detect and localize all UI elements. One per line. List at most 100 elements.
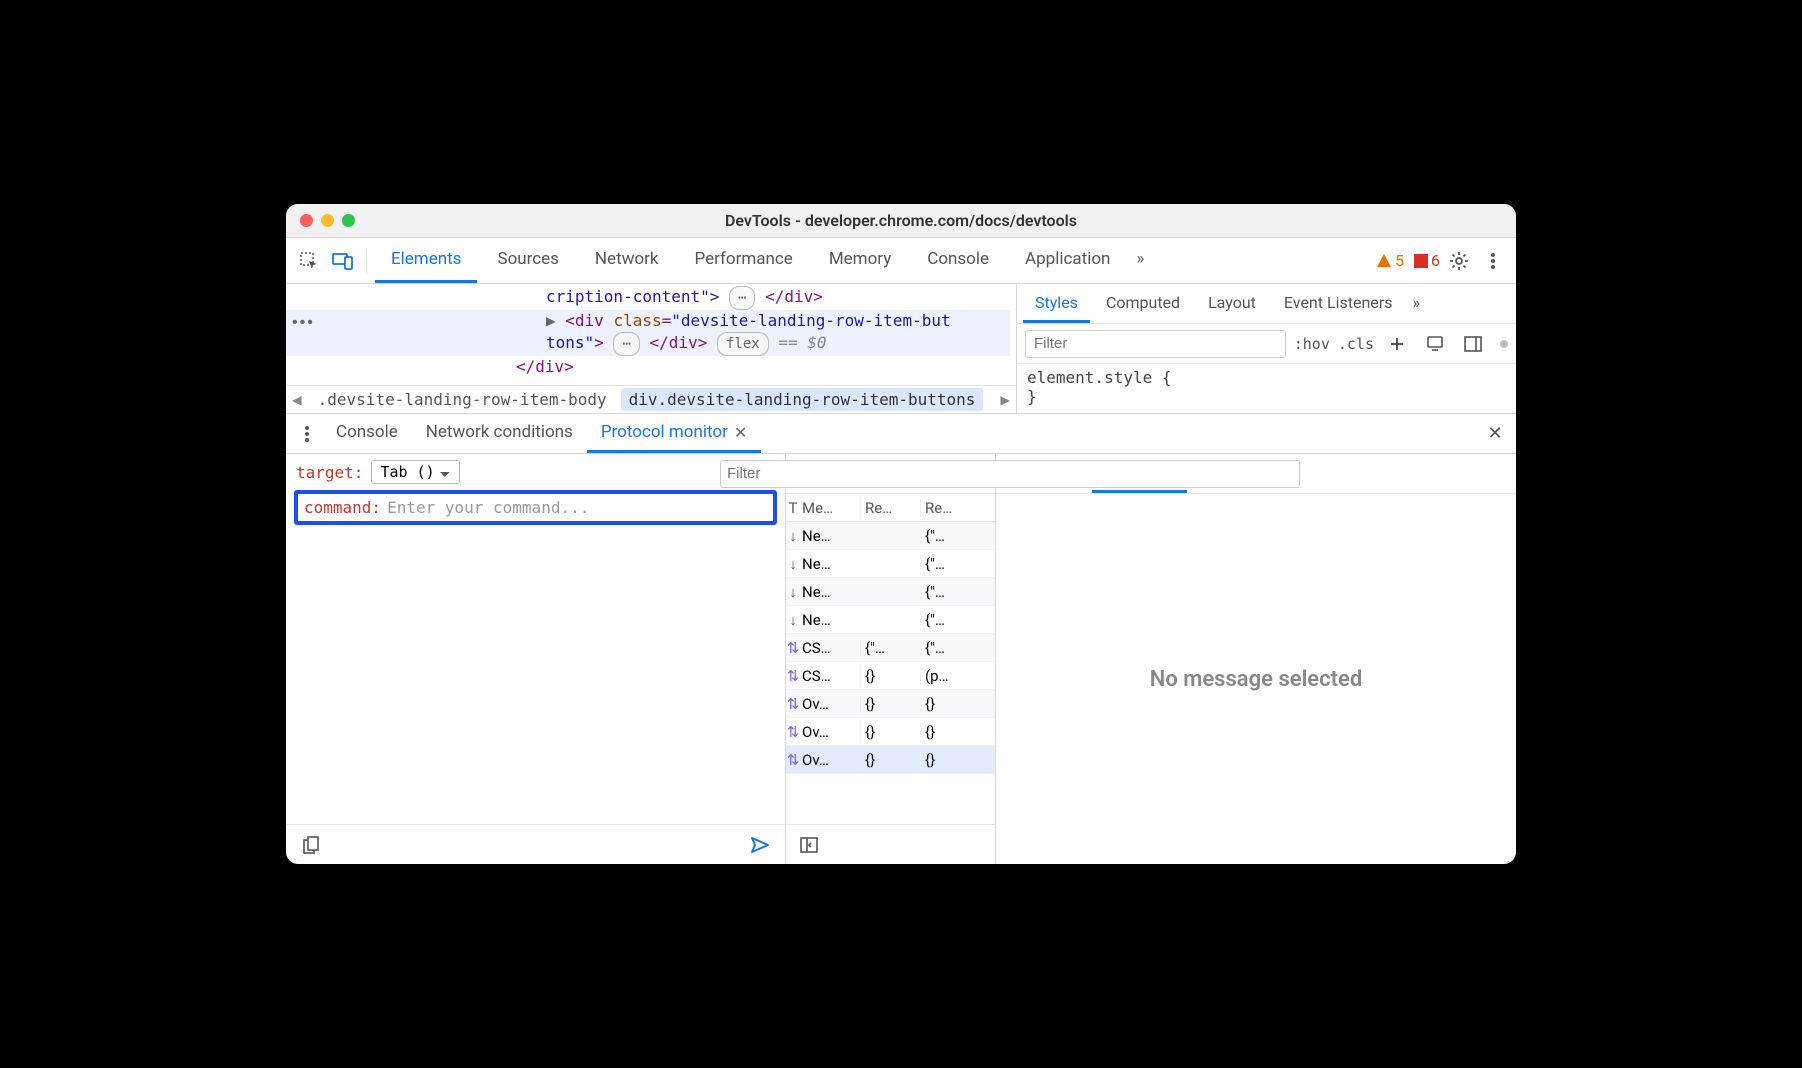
tab-overflow[interactable]: » [1130,238,1150,283]
table-row[interactable]: ↓Ne…{"… [786,578,995,606]
styles-subtabs: Styles Computed Layout Event Listeners » [1017,284,1516,324]
toggle-hov-button[interactable]: :hov [1294,335,1330,353]
pm-mid-toolbar [786,454,995,494]
titlebar: DevTools - developer.chrome.com/docs/dev… [286,204,1516,238]
subtab-layout[interactable]: Layout [1196,284,1268,323]
styles-rule-element[interactable]: element.style { } [1017,364,1516,410]
cell-request: {} [860,695,920,713]
tab-application[interactable]: Application [1009,238,1126,283]
arrow-down-icon: ↓ [786,555,800,573]
arrow-down-icon: ↓ [786,611,800,629]
dom-tree[interactable]: ••• cription-content"> ⋯ </div> ▶ <div c… [286,284,1016,413]
breadcrumb-item[interactable]: .devsite-landing-row-item-body [310,388,615,411]
styles-toolbar: :hov .cls [1017,324,1516,364]
device-toggle-icon[interactable] [328,246,358,276]
cell-request: {"… [860,639,920,657]
issues-badges[interactable]: 5 6 [1376,251,1440,270]
code-text: cription-content"> [546,287,719,306]
pm-message-list: T Me… Re… Re… ↓Ne…{"…↓Ne…{"…↓Ne…{"…↓Ne…{… [786,454,996,864]
elements-panel: ••• cription-content"> ⋯ </div> ▶ <div c… [286,284,1516,414]
breadcrumb-scroll-right-icon[interactable]: ▶ [998,390,1012,409]
table-row[interactable]: ⇅Ov…{}{} [786,690,995,718]
tab-memory[interactable]: Memory [813,238,907,283]
target-select[interactable]: Tab () [371,460,460,484]
subtab-event-listeners[interactable]: Event Listeners [1272,284,1405,323]
arrow-updown-icon: ⇅ [786,667,800,685]
table-row[interactable]: ⇅CS…{}(p… [786,662,995,690]
drawer-tab-protocol-monitor[interactable]: Protocol monitor ✕ [587,414,761,453]
flex-badge[interactable]: flex [717,332,769,356]
table-row[interactable]: ↓Ne…{"… [786,606,995,634]
drawer-tab-label: Protocol monitor [601,422,728,442]
breadcrumb-scroll-left-icon[interactable]: ◀ [290,390,304,409]
collapsed-ancestors-icon[interactable]: ••• [292,314,315,332]
command-label: command: [304,498,381,517]
close-window-button[interactable] [300,214,313,227]
window-title: DevTools - developer.chrome.com/docs/dev… [286,211,1516,230]
cell-response: {"… [920,639,980,657]
subtab-overflow[interactable]: » [1408,284,1424,323]
cell-method: Ov… [800,695,860,713]
cell-response: (p… [920,667,980,685]
cell-response: {"… [920,555,980,573]
table-row[interactable]: ⇅Ov…{}{} [786,746,995,774]
styles-line: } [1027,387,1506,406]
col-type[interactable]: T [786,499,800,517]
panel-layout-icon[interactable] [794,830,824,860]
col-request[interactable]: Re… [860,499,920,517]
new-style-rule-icon[interactable] [1382,329,1412,359]
cell-method: CS… [800,667,860,685]
arrow-updown-icon: ⇅ [786,639,800,657]
inspect-element-icon[interactable] [294,246,324,276]
cell-request: {} [860,667,920,685]
ellipsis-chip-icon[interactable]: ⋯ [613,332,639,356]
cell-response: {} [920,751,980,769]
cell-method: Ne… [800,555,860,573]
arrow-down-icon: ↓ [786,583,800,601]
cell-request: {} [860,723,920,741]
cell-method: Ne… [800,611,860,629]
tab-performance[interactable]: Performance [678,238,808,283]
device-mode-icon[interactable] [1420,329,1450,359]
tab-console[interactable]: Console [911,238,1005,283]
tab-elements[interactable]: Elements [375,238,477,283]
drawer-more-icon[interactable] [292,419,322,449]
subtab-computed[interactable]: Computed [1094,284,1192,323]
protocol-monitor-panel: target: Tab () command: [286,454,1516,864]
pm-table: T Me… Re… Re… ↓Ne…{"…↓Ne…{"…↓Ne…{"…↓Ne…{… [786,494,995,824]
error-count: 6 [1431,251,1440,270]
target-label: target: [296,463,363,482]
drawer-tab-console[interactable]: Console [322,414,412,453]
zoom-window-button[interactable] [342,214,355,227]
cell-method: Ne… [800,527,860,545]
toggle-sidebar-icon[interactable] [1458,329,1488,359]
table-row[interactable]: ⇅CS…{"…{"… [786,634,995,662]
drawer-tab-network-conditions[interactable]: Network conditions [412,414,587,453]
tab-sources[interactable]: Sources [481,238,574,283]
error-badge[interactable]: 6 [1414,251,1440,270]
pm-filter-input[interactable] [720,460,1300,488]
col-method[interactable]: Me… [800,499,860,517]
table-row[interactable]: ↓Ne… {"… [786,550,995,578]
toggle-cls-button[interactable]: .cls [1338,335,1374,353]
drawer-tabs: Console Network conditions Protocol moni… [286,414,1516,454]
styles-filter-input[interactable] [1025,330,1286,358]
arrow-updown-icon: ⇅ [786,695,800,713]
send-command-icon[interactable] [745,830,775,860]
drawer-close-icon[interactable]: ✕ [1480,423,1510,444]
table-row[interactable]: ⇅Ov…{}{} [786,718,995,746]
breadcrumb-item-selected[interactable]: div.devsite-landing-row-item-buttons [621,388,984,411]
table-row[interactable]: ↓Ne…{"… [786,522,995,550]
ellipsis-chip-icon[interactable]: ⋯ [729,286,755,310]
close-tab-icon[interactable]: ✕ [734,423,747,442]
settings-icon[interactable] [1444,246,1474,276]
tab-network[interactable]: Network [579,238,675,283]
warning-badge[interactable]: 5 [1376,251,1404,270]
minimize-window-button[interactable] [321,214,334,227]
command-input[interactable] [387,498,767,517]
pm-mid-footer [786,824,995,864]
more-menu-icon[interactable] [1478,246,1508,276]
subtab-styles[interactable]: Styles [1023,284,1090,323]
copy-icon[interactable] [296,830,326,860]
col-response[interactable]: Re… [920,499,980,517]
